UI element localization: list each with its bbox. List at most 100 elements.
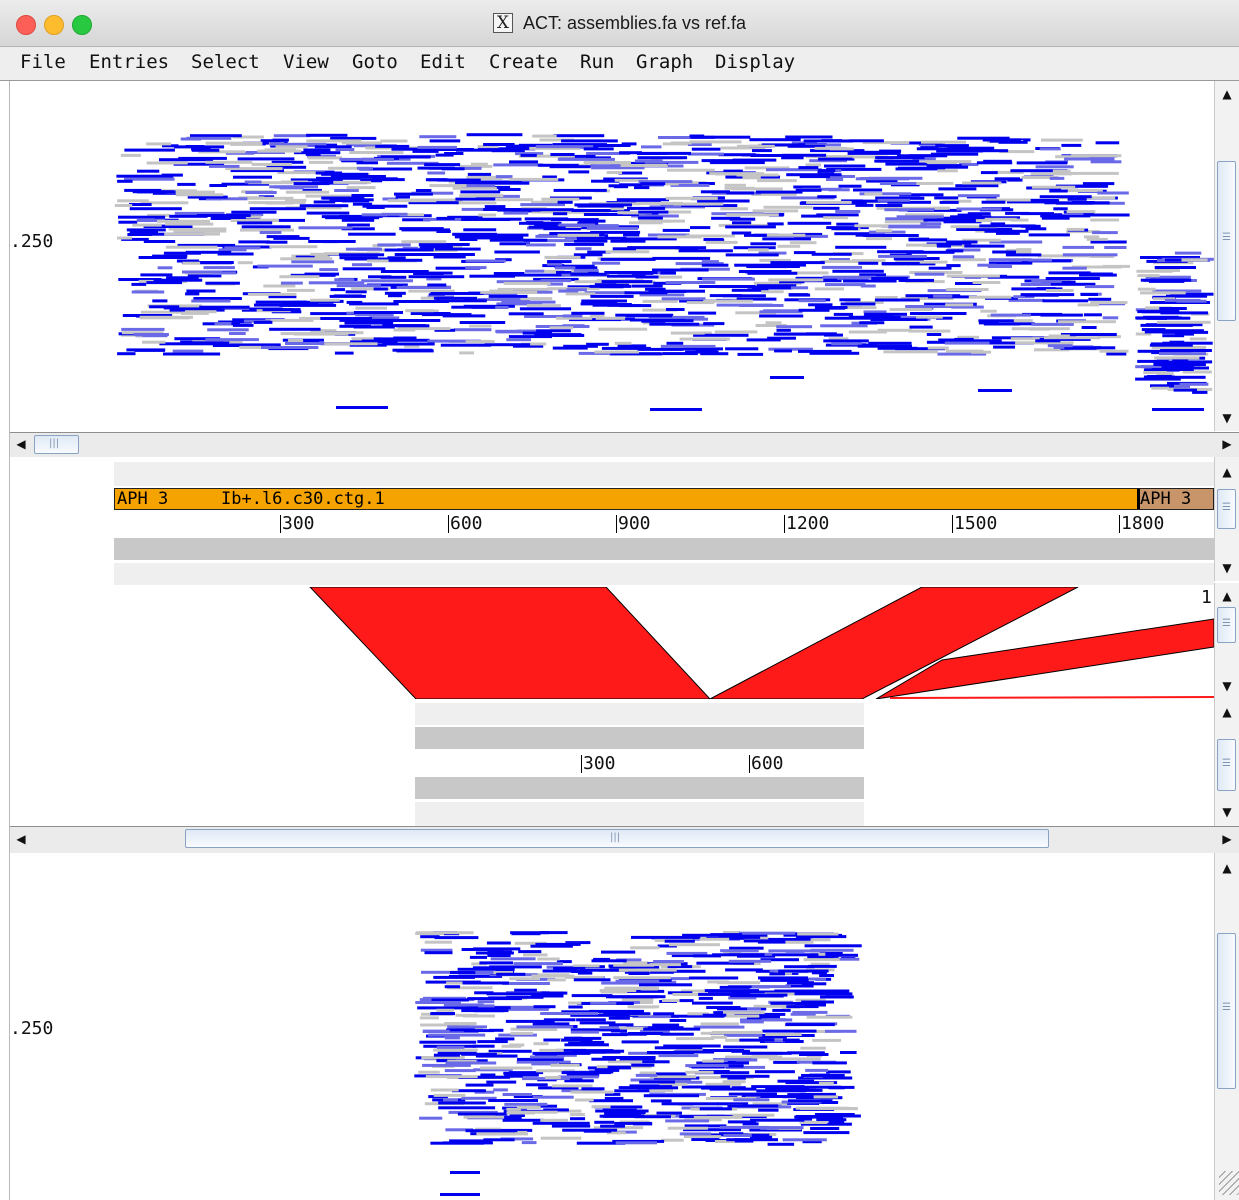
read-segment — [143, 240, 176, 243]
read-segment — [335, 148, 355, 151]
scrollbar-thumb[interactable]: ☰ — [1217, 739, 1236, 791]
feature-next[interactable]: APH 3 — [1137, 489, 1213, 509]
read-segment — [847, 306, 877, 310]
read-segment — [722, 1080, 746, 1084]
scrollbar-thumb[interactable]: ☰ — [1217, 607, 1236, 643]
read-segment — [547, 978, 566, 982]
comparison-view[interactable]: 1 — [10, 587, 1214, 699]
scrollbar-thumb[interactable]: ☰ — [1217, 933, 1236, 1089]
read-segment — [459, 321, 506, 324]
read-segment — [442, 1141, 493, 1145]
read-segment — [1102, 316, 1119, 320]
bottom-coverage-plot[interactable]: .250 — [10, 853, 1214, 1200]
read-segment — [759, 314, 804, 318]
read-segment — [621, 1040, 659, 1044]
read-segment — [377, 243, 411, 247]
scrollbar-thumb[interactable]: ☰ — [1217, 161, 1236, 321]
scrollbar-thumb[interactable]: ||| — [185, 829, 1049, 848]
read-segment — [932, 206, 948, 210]
menu-run[interactable]: Run — [580, 51, 614, 73]
read-segment — [1081, 326, 1097, 329]
scrollbar-thumb[interactable]: ☰ — [1217, 489, 1236, 529]
read-segment — [946, 240, 978, 244]
read-segment — [724, 183, 746, 187]
scroll-up-icon[interactable]: ▲ — [1217, 87, 1237, 101]
read-segment — [606, 171, 623, 174]
menu-select[interactable]: Select — [191, 51, 260, 73]
read-segment — [205, 281, 240, 285]
read-segment — [716, 285, 731, 289]
read-segment — [413, 272, 444, 275]
read-segment — [293, 182, 330, 186]
menu-view[interactable]: View — [283, 51, 329, 73]
query-vertical-scrollbar[interactable]: ▲ ☰ ▼ — [1214, 699, 1239, 826]
resize-grip-icon[interactable] — [1219, 1171, 1239, 1195]
read-segment — [702, 277, 755, 281]
read-segment — [502, 1093, 533, 1096]
reference-sequence-view[interactable] — [10, 457, 1214, 587]
read-segment — [980, 309, 997, 313]
feature-track[interactable]: APH 3 Ib+.l6.c30.ctg.1 APH 3 — [114, 488, 1214, 510]
read-segment — [774, 349, 792, 353]
read-segment — [514, 988, 537, 992]
menu-entries[interactable]: Entries — [89, 51, 169, 73]
read-segment — [117, 199, 149, 203]
menu-file[interactable]: File — [20, 51, 66, 73]
menu-create[interactable]: Create — [489, 51, 558, 73]
read-segment — [993, 345, 1015, 349]
scroll-left-icon[interactable]: ◀ — [14, 437, 28, 451]
scrollbar-thumb[interactable]: ||| — [34, 435, 79, 454]
read-segment — [114, 204, 133, 207]
read-segment — [1079, 273, 1117, 277]
read-segment — [857, 344, 912, 348]
read-segment — [415, 932, 444, 935]
top-coverage-plot[interactable]: .250 — [10, 81, 1214, 431]
read-segment — [1067, 197, 1087, 201]
scroll-up-icon[interactable]: ▲ — [1217, 465, 1237, 479]
top-plot-vertical-scrollbar[interactable]: ▲ ☰ ▼ — [1214, 81, 1239, 431]
read-segment — [133, 333, 169, 336]
comparison-vertical-scrollbar[interactable]: ▲ ☰ ▼ — [1214, 583, 1239, 699]
scroll-down-icon[interactable]: ▼ — [1217, 805, 1237, 819]
read-segment — [510, 1031, 534, 1035]
menu-edit[interactable]: Edit — [420, 51, 466, 73]
read-segment — [126, 228, 166, 232]
read-segment — [640, 182, 666, 186]
menu-goto[interactable]: Goto — [352, 51, 398, 73]
read-segment — [434, 936, 479, 940]
read-segment — [380, 139, 408, 143]
read-segment — [532, 134, 557, 138]
menu-bar: File Entries Select View Goto Edit Creat… — [0, 47, 1239, 80]
scroll-right-icon[interactable]: ▶ — [1220, 437, 1234, 451]
top-horizontal-scrollbar[interactable]: ◀ ||| ▶ — [10, 432, 1239, 458]
read-segment — [752, 1054, 778, 1058]
scroll-right-icon[interactable]: ▶ — [1220, 832, 1234, 846]
bottom-horizontal-scrollbar[interactable]: ◀ ||| ▶ — [10, 826, 1239, 854]
scroll-down-icon[interactable]: ▼ — [1217, 561, 1237, 575]
scroll-up-icon[interactable]: ▲ — [1217, 705, 1237, 719]
scroll-down-icon[interactable]: ▼ — [1217, 411, 1237, 425]
read-segment — [801, 1000, 834, 1004]
read-segment — [511, 932, 541, 936]
scroll-left-icon[interactable]: ◀ — [14, 832, 28, 846]
reference-vertical-scrollbar[interactable]: ▲ ☰ ▼ — [1214, 457, 1239, 581]
read-segment — [506, 1007, 549, 1011]
scroll-up-icon[interactable]: ▲ — [1217, 861, 1237, 875]
read-segment — [728, 959, 772, 963]
read-segment — [446, 1028, 475, 1032]
read-segment — [858, 261, 879, 265]
scroll-up-icon[interactable]: ▲ — [1217, 589, 1237, 603]
read-segment — [1071, 154, 1122, 158]
read-segment — [921, 140, 967, 144]
scroll-down-icon[interactable]: ▼ — [1217, 679, 1237, 693]
read-segment — [127, 233, 153, 236]
read-segment — [1062, 266, 1087, 270]
read-segment — [751, 985, 791, 989]
bottom-plot-vertical-scrollbar[interactable]: ▲ ☰ — [1214, 853, 1239, 1200]
menu-display[interactable]: Display — [715, 51, 795, 73]
read-segment — [608, 1016, 630, 1020]
read-segment — [738, 931, 796, 935]
read-segment — [731, 231, 752, 235]
top-read-plot — [114, 133, 1214, 411]
menu-graph[interactable]: Graph — [636, 51, 693, 73]
